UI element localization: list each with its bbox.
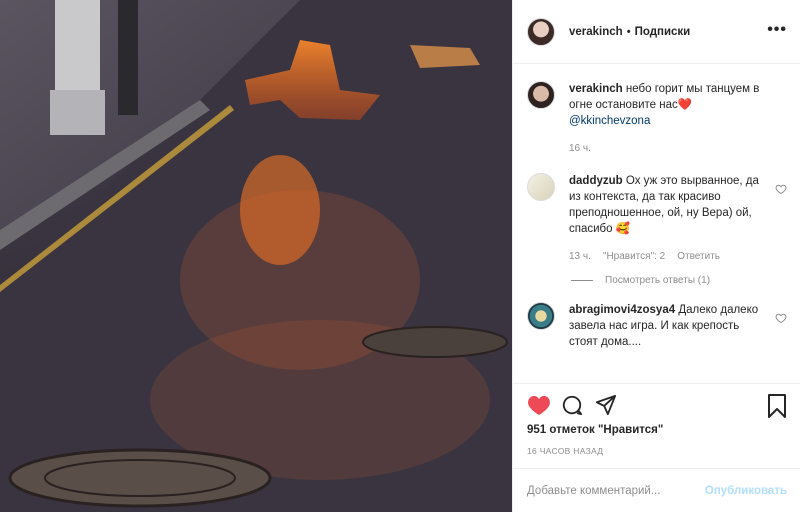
comment-avatar[interactable] <box>527 173 555 201</box>
header-separator: • <box>626 25 631 38</box>
comment-item: abragimovi4zosya4 Далеко далеко завела н… <box>527 302 787 350</box>
caption-username[interactable]: verakinch <box>569 83 623 95</box>
publish-button[interactable]: Опубликовать <box>705 485 787 497</box>
post-actions: 951 отметок "Нравится" 16 ЧАСОВ НАЗАД Оп… <box>513 383 800 512</box>
replies-divider <box>571 280 593 281</box>
paper-plane-icon[interactable] <box>595 394 617 416</box>
caption-meta: 16 ч. <box>569 141 765 157</box>
post-time-ago[interactable]: 16 ЧАСОВ НАЗАД <box>527 446 603 456</box>
comments-list[interactable]: verakinch небо горит мы танцуем в огне о… <box>513 65 800 383</box>
caption: verakinch небо горит мы танцуем в огне о… <box>527 81 787 157</box>
comment-heart-outline-icon[interactable] <box>775 183 787 195</box>
instagram-post: verakinch • Подписки ••• verakinch небо … <box>0 0 800 512</box>
likes-count[interactable]: 951 отметок "Нравится" <box>527 424 663 436</box>
caption-body: verakinch небо горит мы танцуем в огне о… <box>569 81 765 157</box>
caption-mention-link[interactable]: @kkinchevzona <box>569 115 650 127</box>
comment-meta: 13 ч. "Нравится": 2 Ответить <box>569 249 765 265</box>
comment-item: daddyzub Ох уж это вырванное, да из конт… <box>527 173 787 265</box>
comment-time[interactable]: 13 ч. <box>569 249 591 265</box>
comment-reply-button[interactable]: Ответить <box>677 249 720 265</box>
action-icons <box>527 394 787 420</box>
comment-heart-outline-icon[interactable] <box>775 312 787 324</box>
bookmark-icon[interactable] <box>767 394 787 418</box>
comment-input[interactable] <box>527 484 705 497</box>
caption-time[interactable]: 16 ч. <box>569 141 591 157</box>
comment-username[interactable]: abragimovi4zosya4 <box>569 304 675 316</box>
post-header: verakinch • Подписки ••• <box>513 0 800 64</box>
comment-likes-count[interactable]: "Нравится": 2 <box>603 249 665 265</box>
comment-body: abragimovi4zosya4 Далеко далеко завела н… <box>569 302 765 350</box>
caption-avatar[interactable] <box>527 81 555 109</box>
view-replies-label[interactable]: Посмотреть ответы (1) <box>605 275 710 286</box>
more-options-icon[interactable]: ••• <box>767 22 787 38</box>
street-photo-illustration <box>0 0 512 512</box>
add-comment-bar: Опубликовать <box>513 468 800 512</box>
post-photo[interactable] <box>0 0 512 512</box>
view-replies[interactable]: Посмотреть ответы (1) <box>571 275 787 286</box>
comment-avatar[interactable] <box>527 302 555 330</box>
comment-body: daddyzub Ох уж это вырванное, да из конт… <box>569 173 765 265</box>
post-side-panel: verakinch • Подписки ••• verakinch небо … <box>512 0 800 512</box>
author-avatar[interactable] <box>527 17 555 46</box>
following-button[interactable]: Подписки <box>635 26 691 38</box>
comment-username[interactable]: daddyzub <box>569 175 623 187</box>
smiling-hearts-emoji: 🥰 <box>615 223 631 235</box>
red-heart-emoji: ❤️ <box>677 99 693 111</box>
comment-icon[interactable] <box>561 394 583 416</box>
heart-filled-icon[interactable] <box>527 394 551 416</box>
author-username[interactable]: verakinch <box>569 26 623 38</box>
